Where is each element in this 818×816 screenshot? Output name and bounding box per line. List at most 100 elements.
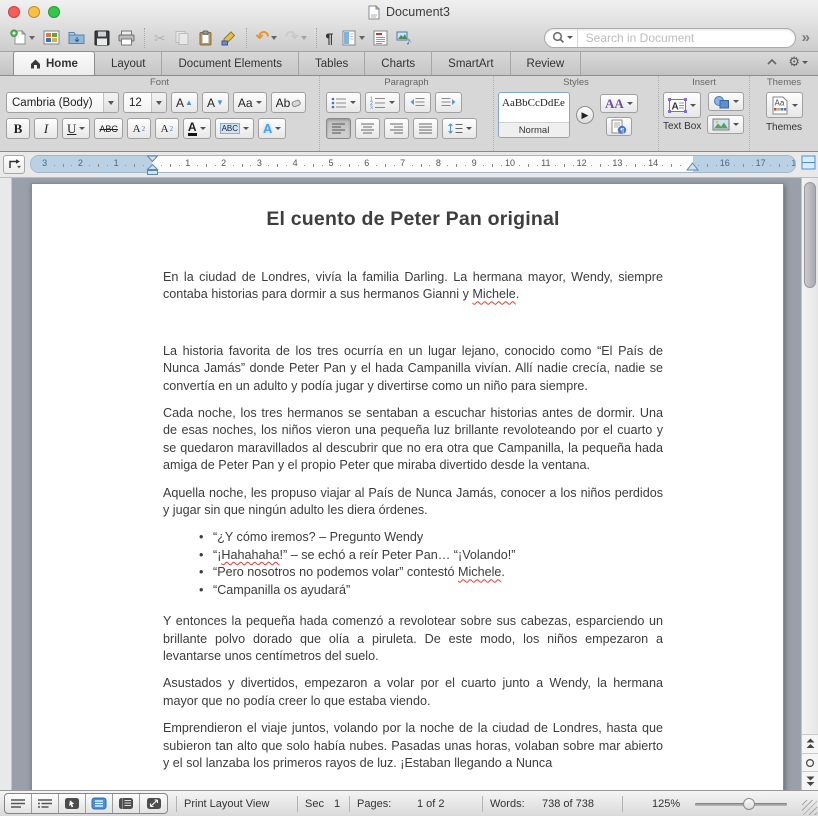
window-title: Document3 xyxy=(386,5,450,19)
underline-button[interactable]: U xyxy=(62,118,91,139)
ribbon: Font Cambria (Body) 12 A ▲ A ▼ Aa Ab B I U xyxy=(0,76,818,152)
zoom-slider-thumb[interactable] xyxy=(743,798,755,810)
subscript-button[interactable]: A2 xyxy=(154,118,179,139)
style-preview-box[interactable]: AaBbCcDdEe Normal xyxy=(498,92,570,138)
print-icon[interactable] xyxy=(115,27,138,49)
italic-button[interactable]: I xyxy=(34,118,58,139)
document-page[interactable]: El cuento de Peter Pan original En la ci… xyxy=(31,183,784,790)
font-color-button[interactable]: A xyxy=(182,118,211,139)
search-scope-button[interactable] xyxy=(545,28,578,47)
pages-label[interactable]: Pages: xyxy=(357,798,391,810)
select-browse-object-button[interactable] xyxy=(802,752,818,772)
words-label[interactable]: Words: xyxy=(490,798,525,810)
change-case-button[interactable]: Aa xyxy=(232,92,267,113)
ruler-tick xyxy=(98,164,100,167)
styles-gallery-button[interactable]: ▶ xyxy=(576,106,594,124)
toolbar-separator xyxy=(144,27,145,48)
ribbon-tabs: Home Layout Document Elements Tables Charts S… xyxy=(0,51,818,76)
increase-indent-button[interactable] xyxy=(435,92,462,113)
bullet-list-button[interactable] xyxy=(326,92,361,113)
align-right-button[interactable] xyxy=(384,118,409,139)
document-icon xyxy=(368,4,381,20)
open-icon[interactable] xyxy=(65,27,89,49)
insert-shape-button[interactable] xyxy=(707,92,744,111)
tab-smartart[interactable]: SmartArt xyxy=(432,52,511,75)
tab-layout[interactable]: Layout xyxy=(94,52,163,75)
superscript-button[interactable]: A2 xyxy=(126,118,151,139)
window-title-area: Document3 xyxy=(0,0,818,24)
draft-view-button[interactable] xyxy=(5,794,32,813)
tab-tables[interactable]: Tables xyxy=(299,52,366,75)
align-center-button[interactable] xyxy=(355,118,380,139)
format-painter-icon[interactable] xyxy=(218,27,240,49)
font-size-select[interactable]: 12 xyxy=(123,92,167,113)
browse-object-controls xyxy=(801,734,818,790)
font-family-select[interactable]: Cambria (Body) xyxy=(6,92,119,113)
search-field[interactable] xyxy=(543,27,796,48)
clear-formatting-button[interactable]: Ab xyxy=(270,92,307,113)
manage-styles-button[interactable]: ¶ xyxy=(605,117,632,136)
browse-previous-button[interactable] xyxy=(802,734,818,753)
align-left-button[interactable] xyxy=(326,118,351,139)
insert-picture-button[interactable] xyxy=(707,115,745,134)
grow-font-button[interactable]: A ▲ xyxy=(171,92,198,113)
tab-home[interactable]: Home xyxy=(13,51,95,75)
browse-next-button[interactable] xyxy=(802,771,818,790)
ruler-number: 3 xyxy=(42,158,48,168)
new-document-icon[interactable] xyxy=(7,27,38,49)
numbered-list-button[interactable]: 123 xyxy=(365,92,400,113)
themes-button[interactable]: Aa xyxy=(765,92,803,118)
highlight-button[interactable]: ABC xyxy=(214,118,255,139)
decrease-indent-button[interactable] xyxy=(404,92,431,113)
bullet-item: • “Pero nosotros no podemos volar” contes… xyxy=(199,564,663,581)
toolbar-overflow-button[interactable]: » xyxy=(800,29,812,46)
svg-text:♪: ♪ xyxy=(406,35,412,46)
text-effects-button[interactable]: A xyxy=(258,118,287,139)
pages-value[interactable]: 1 of 2 xyxy=(417,798,445,810)
zoom-slider[interactable] xyxy=(695,798,787,810)
ribbon-settings-button[interactable]: ⚙ xyxy=(788,53,808,71)
media-browser-icon[interactable]: ♪ xyxy=(393,27,417,49)
shrink-font-button[interactable]: A ▼ xyxy=(201,92,229,113)
text-box-button[interactable]: A xyxy=(663,92,702,118)
search-input[interactable] xyxy=(577,30,795,45)
page-content: El cuento de Peter Pan original En la ci… xyxy=(163,208,663,772)
bullet-text: “Campanilla os ayudará” xyxy=(213,582,350,599)
tab-stop-selector[interactable] xyxy=(3,155,25,174)
paste-icon[interactable] xyxy=(195,27,216,49)
ruler-tick xyxy=(751,165,753,166)
outline-view-button[interactable] xyxy=(32,794,59,813)
save-icon[interactable] xyxy=(91,27,113,49)
strikethrough-button[interactable]: ABC xyxy=(94,118,123,139)
right-indent-marker[interactable] xyxy=(686,162,699,171)
justify-button[interactable] xyxy=(413,118,438,139)
tab-label: Charts xyxy=(381,57,416,70)
tab-review[interactable]: Review xyxy=(510,52,582,75)
collapse-ribbon-button[interactable] xyxy=(766,58,778,66)
focus-view-button[interactable] xyxy=(140,794,167,813)
bold-button[interactable]: B xyxy=(6,118,30,139)
tab-charts[interactable]: Charts xyxy=(365,52,433,75)
vertical-scrollbar-thumb[interactable] xyxy=(804,182,816,288)
change-styles-button[interactable]: AA xyxy=(600,94,638,113)
ruler-tick xyxy=(339,165,341,166)
ruler-number: 13 xyxy=(612,158,623,168)
tab-document-elements[interactable]: Document Elements xyxy=(162,52,300,75)
print-layout-view-button[interactable] xyxy=(86,794,113,813)
vertical-scrollbar-track[interactable] xyxy=(801,178,818,734)
publishing-view-button[interactable] xyxy=(59,794,86,813)
cut-icon: ✂ xyxy=(154,29,166,46)
undo-icon[interactable]: ↶ xyxy=(253,27,280,49)
split-view-button[interactable] xyxy=(801,155,816,170)
resize-grip[interactable] xyxy=(802,800,817,815)
bullet-marker: • xyxy=(199,530,204,545)
show-marks-icon[interactable]: ¶ xyxy=(323,27,337,49)
line-spacing-button[interactable] xyxy=(442,118,477,139)
styles-doc-icon[interactable] xyxy=(370,27,391,49)
notebook-view-button[interactable] xyxy=(113,794,140,813)
gallery-icon[interactable] xyxy=(40,27,63,49)
words-value[interactable]: 738 of 738 xyxy=(542,798,594,810)
group-title-font: Font xyxy=(149,77,169,88)
indent-markers[interactable] xyxy=(146,155,159,176)
page-view-icon[interactable] xyxy=(338,27,368,49)
